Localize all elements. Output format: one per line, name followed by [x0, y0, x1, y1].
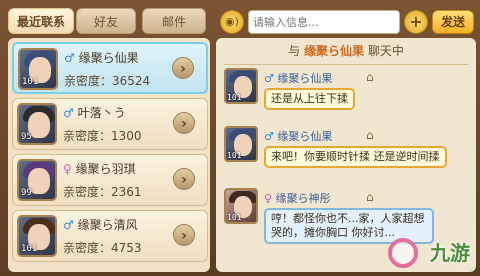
- divider: [224, 64, 468, 65]
- female-icon: ♀: [264, 192, 273, 205]
- tab-recent-contacts[interactable]: 最近联系: [8, 8, 74, 34]
- message-bubble: 还是从上往下揉: [264, 88, 355, 110]
- intimacy-label: 亲密度：: [63, 185, 112, 199]
- male-icon: ♂: [63, 106, 74, 120]
- avatar: 101: [17, 215, 57, 257]
- open-chat-button[interactable]: ›: [172, 57, 194, 79]
- add-button[interactable]: +: [404, 10, 428, 34]
- contact-name: 缘聚ら仙果: [78, 51, 139, 65]
- message-bubble: 来吧！你要顺时针揉 还是逆时间揉: [264, 146, 447, 168]
- intimacy-value: 36524: [112, 74, 151, 88]
- avatar: 101: [18, 48, 58, 90]
- chat-header: 与 缘聚ら仙果 聊天中: [288, 44, 404, 58]
- female-icon: ♀: [63, 162, 72, 176]
- message-sender: ♀ 缘聚ら神彤: [264, 192, 331, 205]
- contact-name: 缘聚ら清风: [77, 218, 138, 232]
- chevron-right-icon: ›: [181, 172, 187, 188]
- list-item[interactable]: 101 ♂ 缘聚ら清风 亲密度：4753 ›: [12, 210, 208, 262]
- social-window: 最近联系 好友 邮件 ◉) + 发送 101 ♂ 缘聚ら仙果 亲密度：36524…: [0, 0, 480, 276]
- chat-panel: 与 缘聚ら仙果 聊天中 101 ♂ 缘聚ら仙果 ⌂ 还是从上往下揉 101 ♂ …: [216, 38, 476, 272]
- avatar[interactable]: 101: [224, 68, 258, 104]
- home-icon[interactable]: ⌂: [366, 190, 374, 204]
- contact-name: 缘聚ら羽琪: [75, 162, 136, 176]
- intimacy-label: 亲密度：: [63, 241, 112, 255]
- chevron-right-icon: ›: [181, 116, 187, 132]
- chevron-right-icon: ›: [180, 61, 186, 77]
- message-input[interactable]: [248, 10, 400, 34]
- voice-button[interactable]: ◉): [220, 10, 244, 34]
- male-icon: ♂: [64, 51, 75, 65]
- home-icon[interactable]: ⌂: [366, 128, 374, 142]
- avatar[interactable]: 101: [224, 126, 258, 162]
- avatar: 99: [17, 159, 57, 201]
- tab-friends[interactable]: 好友: [76, 8, 136, 34]
- contact-list: 101 ♂ 缘聚ら仙果 亲密度：36524 › 95 ♂ 叶落丶う 亲密度：13…: [8, 38, 210, 272]
- tab-mail[interactable]: 邮件: [142, 8, 206, 34]
- intimacy-label: 亲密度：: [64, 74, 113, 88]
- watermark-logo-icon: [388, 238, 418, 268]
- speaker-icon: ◉): [225, 15, 239, 28]
- intimacy-value: 2361: [111, 185, 142, 199]
- chat-partner-name: 缘聚ら仙果: [303, 44, 364, 58]
- list-item[interactable]: 99 ♀ 缘聚ら羽琪 亲密度：2361 ›: [12, 154, 208, 206]
- send-button[interactable]: 发送: [432, 10, 474, 34]
- chevron-right-icon: ›: [181, 228, 187, 244]
- intimacy-label: 亲密度：: [63, 129, 112, 143]
- message-sender: ♂ 缘聚ら仙果: [264, 72, 333, 85]
- open-chat-button[interactable]: ›: [173, 224, 195, 246]
- open-chat-button[interactable]: ›: [173, 168, 195, 190]
- avatar[interactable]: 101: [224, 188, 258, 224]
- male-icon: ♂: [264, 130, 274, 143]
- list-item[interactable]: 101 ♂ 缘聚ら仙果 亲密度：36524 ›: [12, 42, 208, 94]
- home-icon[interactable]: ⌂: [366, 70, 374, 84]
- intimacy-value: 4753: [111, 241, 142, 255]
- male-icon: ♂: [264, 72, 274, 85]
- open-chat-button[interactable]: ›: [173, 112, 195, 134]
- contact-name: 叶落丶う: [77, 106, 126, 120]
- message-sender: ♂ 缘聚ら仙果: [264, 130, 333, 143]
- watermark-text: 九游: [430, 241, 470, 265]
- intimacy-value: 1300: [111, 129, 142, 143]
- male-icon: ♂: [63, 218, 74, 232]
- avatar: 95: [17, 103, 57, 145]
- list-item[interactable]: 95 ♂ 叶落丶う 亲密度：1300 ›: [12, 98, 208, 150]
